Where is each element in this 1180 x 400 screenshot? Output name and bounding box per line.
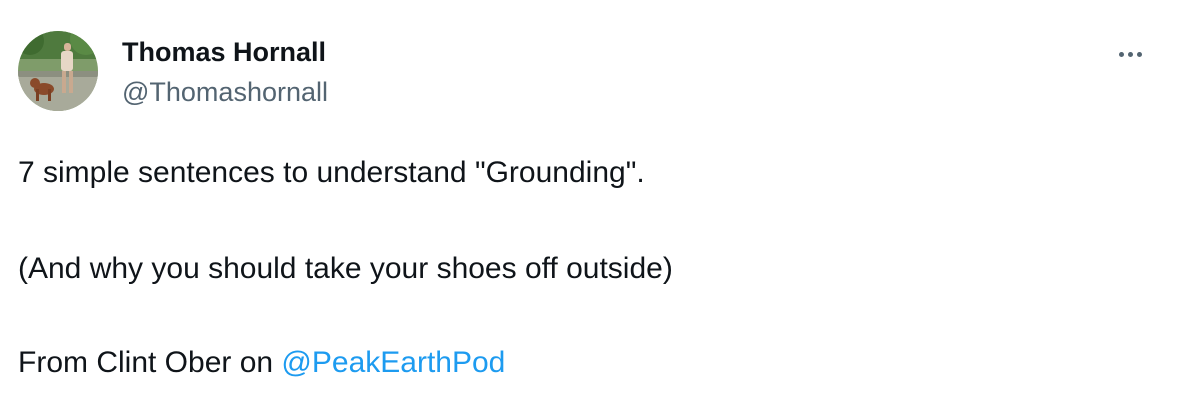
tweet-text-line-3-prefix: From Clint Ober on [18, 346, 282, 379]
profile-photo-icon [18, 31, 98, 111]
more-horizontal-icon [1118, 51, 1124, 57]
author-display-name[interactable]: Thomas Hornall [122, 36, 326, 68]
mention-link[interactable]: @PeakEarthPod [281, 346, 505, 379]
tweet-text-line-2: (And why you should take your shoes off … [18, 252, 673, 285]
tweet-text-line-1: 7 simple sentences to understand "Ground… [18, 156, 645, 189]
tweet-text-line-3: From Clint Ober on @PeakEarthPod [18, 345, 505, 381]
author-handle[interactable]: @Thomashornall [122, 76, 328, 108]
avatar[interactable] [18, 31, 98, 111]
more-dot [1127, 51, 1133, 57]
tweet-card: Thomas Hornall @Thomashornall 7 simple s… [0, 0, 1180, 400]
more-dot [1136, 51, 1142, 57]
more-options-button[interactable] [1108, 36, 1152, 72]
